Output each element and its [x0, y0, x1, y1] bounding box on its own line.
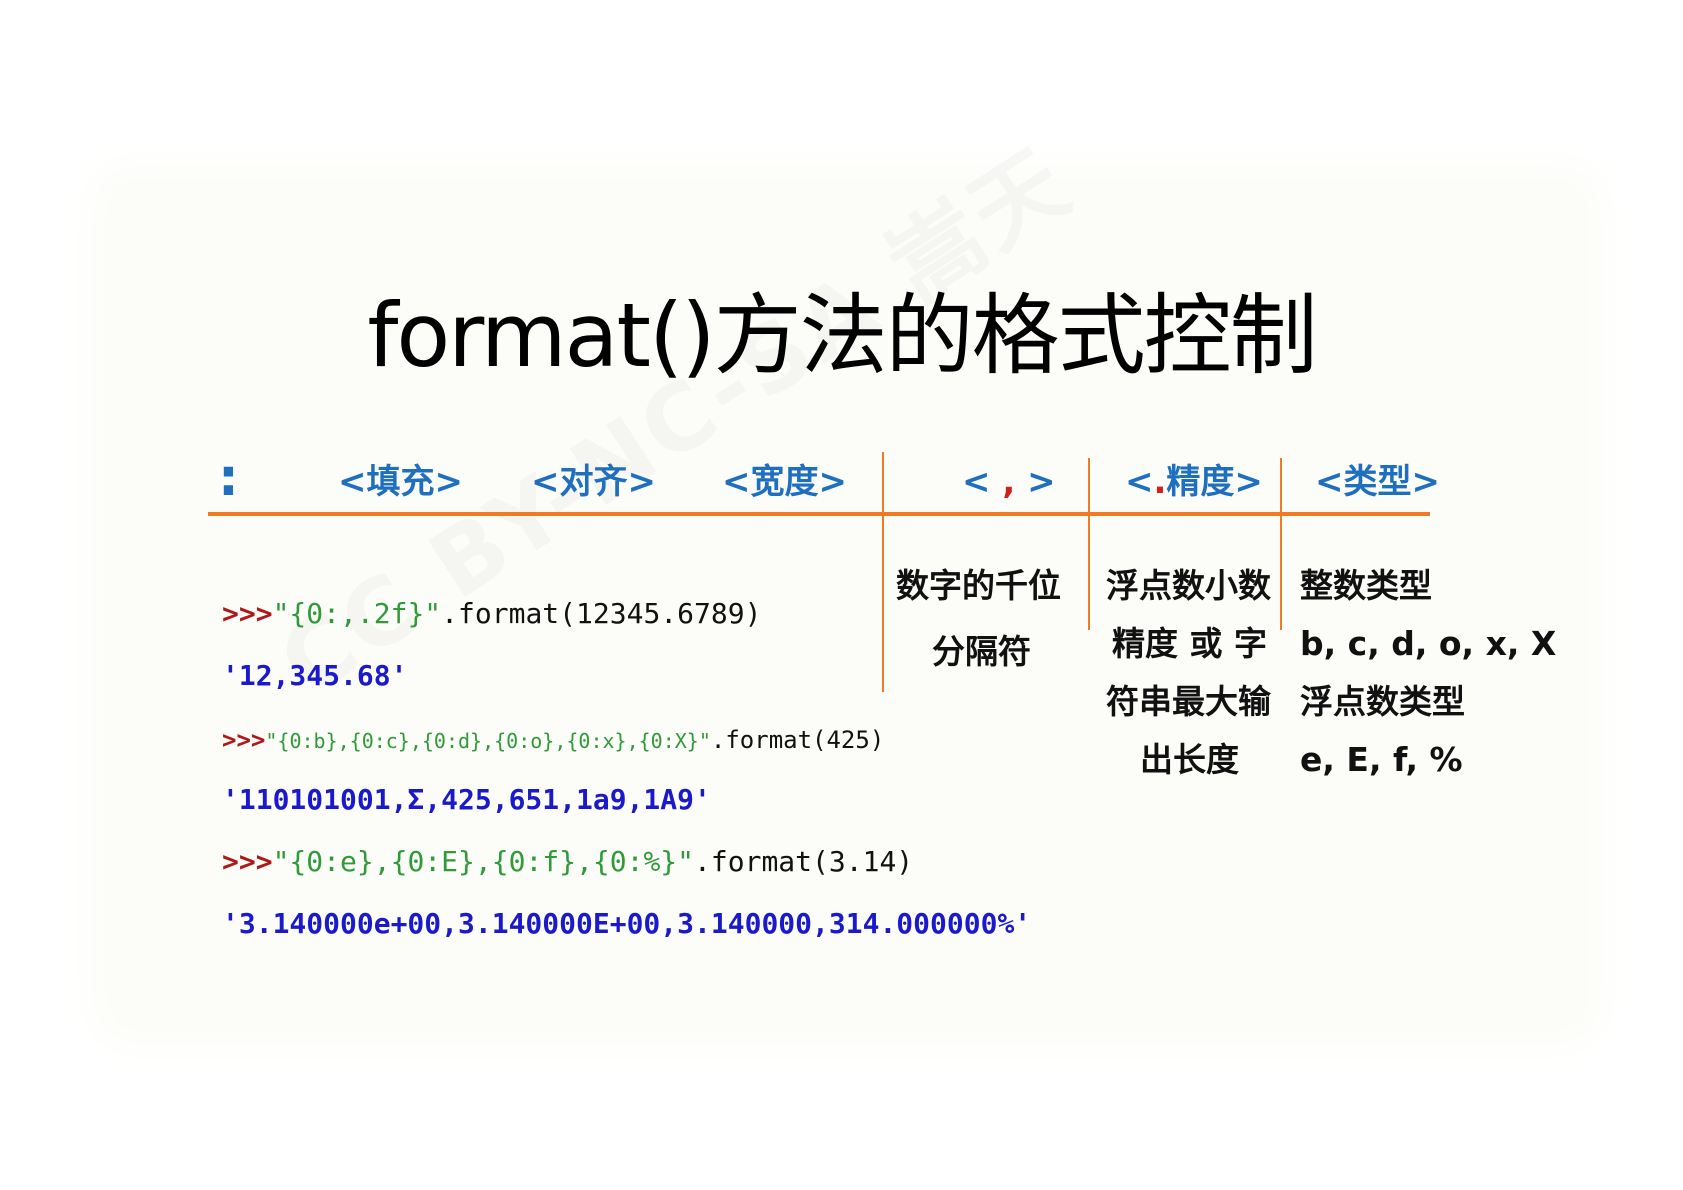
- code-output-3: '3.140000e+00,3.140000E+00,3.140000,314.…: [222, 907, 1032, 940]
- code-example-2: >>>"{0:b},{0:c},{0:d},{0:o},{0:x},{0:X}"…: [222, 720, 884, 761]
- desc-precision-line-4: 出长度: [1140, 740, 1239, 779]
- header-precision-dot: .: [1153, 462, 1167, 502]
- divider-precision: [1088, 458, 1090, 630]
- header-precision-label: 精度>: [1166, 462, 1263, 502]
- code-format-string: "{0:e},{0:E},{0:f},{0:%}": [272, 845, 695, 878]
- desc-type-line-3: 浮点数类型: [1300, 682, 1465, 721]
- header-precision-open: <: [1125, 462, 1154, 502]
- code-output-2: '110101001,Σ,425,651,1a9,1A9': [222, 783, 711, 816]
- code-prompt: >>>: [222, 597, 273, 630]
- code-format-call: .format(425): [710, 726, 885, 754]
- header-comma-mark: ,: [1002, 462, 1016, 502]
- code-format-string: "{0:b},{0:c},{0:d},{0:o},{0:x},{0:X}": [265, 729, 711, 753]
- desc-precision-line-1: 浮点数小数: [1106, 566, 1271, 605]
- desc-type-line-2: b, c, d, o, x, X: [1300, 624, 1557, 663]
- code-format-call: .format(12345.6789): [441, 597, 762, 630]
- slide-title: format()方法的格式控制: [367, 284, 1317, 387]
- divider-type: [1280, 458, 1282, 630]
- header-comma-open: <: [962, 462, 991, 502]
- desc-precision-line-3: 符串最大输: [1106, 682, 1271, 721]
- desc-comma-line-1: 数字的千位: [896, 566, 1061, 605]
- code-example-3: >>>"{0:e},{0:E},{0:f},{0:%}".format(3.14…: [222, 842, 913, 882]
- code-prompt: >>>: [222, 845, 273, 878]
- header-type: <类型>: [1315, 462, 1440, 502]
- code-format-call: .format(3.14): [694, 845, 914, 878]
- header-rule: [208, 512, 1430, 516]
- header-comma: < , >: [962, 462, 1056, 502]
- desc-comma-line-2: 分隔符: [932, 632, 1031, 671]
- code-output-1: '12,345.68': [222, 659, 408, 692]
- header-comma-close: >: [1027, 462, 1056, 502]
- header-fill: <填充>: [338, 462, 463, 502]
- header-width: <宽度>: [722, 462, 847, 502]
- code-prompt: >>>: [222, 726, 266, 754]
- desc-type-line-4: e, E, f, %: [1300, 740, 1463, 779]
- header-precision: <.精度>: [1125, 462, 1263, 502]
- desc-precision-line-2: 精度 或 字: [1112, 624, 1267, 663]
- header-align: <对齐>: [531, 462, 656, 502]
- header-colon: :: [218, 448, 239, 508]
- code-example-1: >>>"{0:,.2f}".format(12345.6789): [222, 594, 761, 634]
- code-format-string: "{0:,.2f}": [272, 597, 442, 630]
- divider-comma: [882, 452, 884, 692]
- desc-type-line-1: 整数类型: [1300, 566, 1432, 605]
